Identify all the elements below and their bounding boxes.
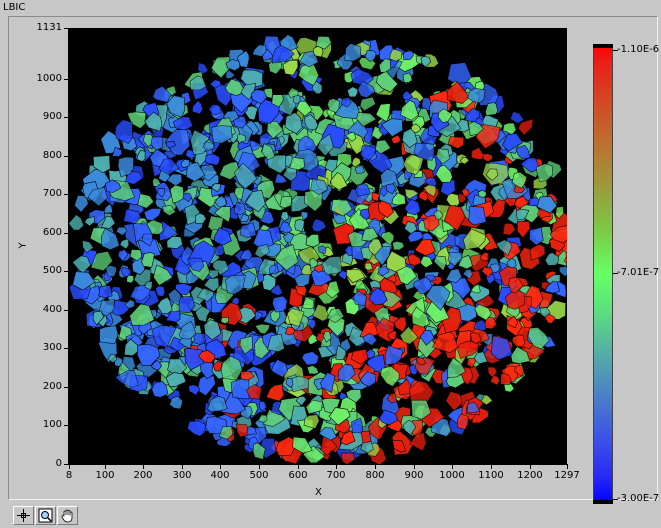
- y-tick-label: 400: [42, 304, 62, 315]
- x-tick-label: 1200: [517, 470, 543, 481]
- zoom-tool-button[interactable]: [35, 506, 56, 525]
- x-tick-label: 900: [404, 470, 424, 481]
- y-tick-mark: [64, 464, 68, 465]
- y-tick-label: 200: [42, 381, 62, 392]
- x-tick-label: 800: [365, 470, 385, 481]
- y-tick-label: 1000: [36, 73, 62, 84]
- y-tick-mark: [64, 310, 68, 311]
- x-tick-label: 1100: [478, 470, 504, 481]
- y-tick-mark: [64, 348, 68, 349]
- hand-pan-icon: [61, 509, 73, 523]
- y-tick-label: 0: [55, 458, 62, 469]
- y-tick-label: 300: [42, 342, 62, 353]
- cursor-move-tool-button[interactable]: [13, 506, 34, 525]
- y-tick-mark: [64, 117, 68, 118]
- y-tick-mark: [64, 387, 68, 388]
- y-tick-mark: [64, 233, 68, 234]
- y-tick-label: 600: [42, 227, 62, 238]
- heatmap-grains: [69, 34, 567, 464]
- y-axis-title: Y: [17, 242, 29, 249]
- y-tick-mark: [64, 271, 68, 272]
- x-tick-label: 600: [288, 470, 308, 481]
- x-tick-label: 300: [172, 470, 192, 481]
- x-tick-mark: [69, 465, 70, 469]
- pan-hand-tool-button[interactable]: [57, 506, 78, 525]
- y-tick-label: 800: [42, 150, 62, 161]
- x-tick-mark: [298, 465, 299, 469]
- y-axis-line: [68, 28, 69, 465]
- y-tick-mark: [64, 79, 68, 80]
- heatmap-plot-area[interactable]: [69, 28, 567, 464]
- y-tick-mark: [64, 28, 68, 29]
- colorbar-min-label: -3.00E-7: [617, 493, 660, 504]
- y-tick-mark: [64, 194, 68, 195]
- y-tick-label: 700: [42, 188, 62, 199]
- x-tick-mark: [220, 465, 221, 469]
- x-tick-label: 700: [326, 470, 346, 481]
- graph-palette-toolbar: [13, 506, 78, 526]
- x-tick-label: 500: [249, 470, 269, 481]
- x-tick-mark: [567, 465, 568, 469]
- x-tick-label: 100: [95, 470, 115, 481]
- colorbar-max-label: -1.10E-6: [617, 44, 660, 55]
- panel-title: LBIC: [3, 2, 26, 13]
- x-tick-label: 1297: [554, 470, 580, 481]
- y-tick-mark: [64, 156, 68, 157]
- x-tick-mark: [105, 465, 106, 469]
- colorbar-mid-label: -7.01E-7: [617, 267, 660, 278]
- heatmap-image: [69, 34, 567, 464]
- x-tick-mark: [491, 465, 492, 469]
- zoom-magnifier-icon: [38, 508, 53, 523]
- y-tick-mark: [64, 425, 68, 426]
- x-tick-mark: [530, 465, 531, 469]
- x-axis-title: X: [315, 487, 322, 498]
- colorbar-top-cap: [593, 44, 613, 48]
- x-tick-label: 400: [210, 470, 230, 481]
- x-tick-label: 200: [133, 470, 153, 481]
- y-tick-label: 100: [42, 419, 62, 430]
- x-tick-mark: [182, 465, 183, 469]
- x-tick-mark: [452, 465, 453, 469]
- x-tick-label: 1000: [439, 470, 465, 481]
- x-tick-mark: [375, 465, 376, 469]
- x-tick-mark: [259, 465, 260, 469]
- x-tick-mark: [336, 465, 337, 469]
- x-tick-mark: [414, 465, 415, 469]
- y-tick-label: 1131: [36, 22, 62, 33]
- x-tick-label: 8: [65, 470, 73, 481]
- colorbar-scale[interactable]: [593, 44, 613, 504]
- y-tick-label: 900: [42, 111, 62, 122]
- y-tick-label: 500: [42, 265, 62, 276]
- x-tick-mark: [143, 465, 144, 469]
- colorbar-bottom-cap: [593, 500, 613, 504]
- crosshair-cursor-icon: [17, 509, 30, 522]
